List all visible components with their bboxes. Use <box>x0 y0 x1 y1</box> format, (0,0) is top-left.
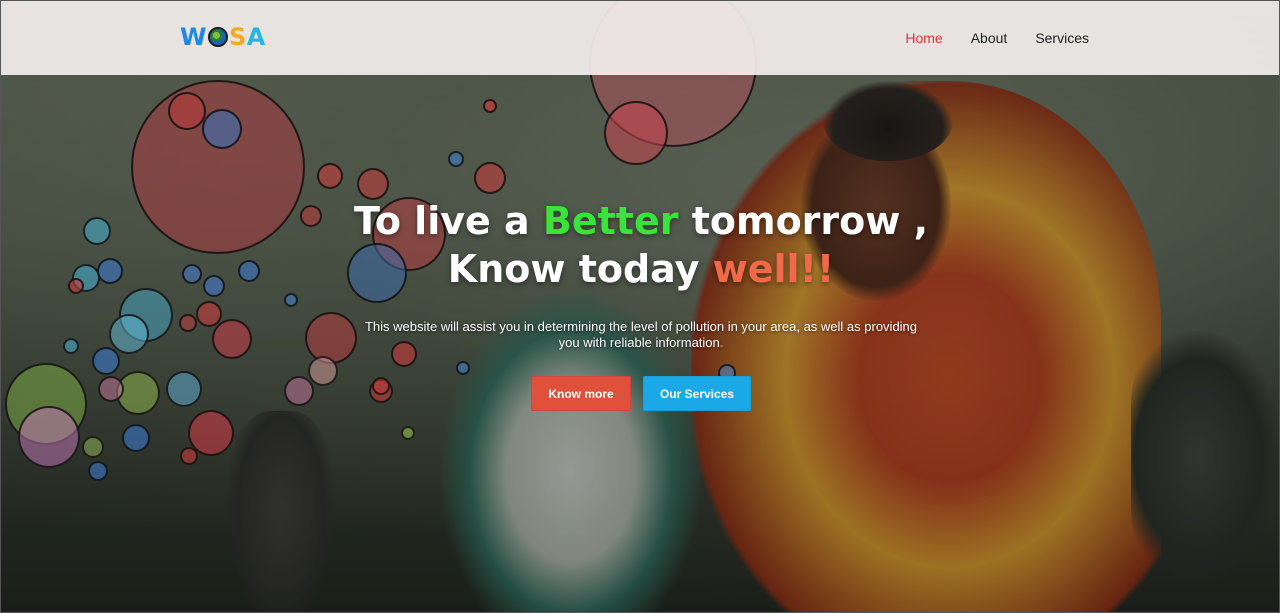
nav-menu: Home About Services <box>905 30 1089 46</box>
pollution-bubble <box>317 163 343 189</box>
headline-highlight-well: well!! <box>712 247 835 291</box>
globe-icon <box>207 27 228 47</box>
headline-highlight-better: Better <box>542 199 679 243</box>
our-services-button[interactable]: Our Services <box>643 376 751 411</box>
pollution-bubble <box>604 101 668 165</box>
headline-text: To live a <box>353 199 543 243</box>
background-woman-hair <box>823 81 953 161</box>
hero-buttons: Know more Our Services <box>1 376 1279 411</box>
nav-link-about[interactable]: About <box>971 30 1008 46</box>
logo-letter-s: S <box>228 23 247 51</box>
pollution-bubble <box>448 151 464 167</box>
pollution-bubble <box>168 92 206 130</box>
pollution-bubble <box>357 168 389 200</box>
pollution-bubble <box>202 109 242 149</box>
pollution-bubble <box>180 447 198 465</box>
pollution-bubble <box>474 162 506 194</box>
nav-link-home[interactable]: Home <box>905 30 942 46</box>
navbar: W S A Home About Services <box>1 1 1279 75</box>
pollution-bubble <box>18 406 80 468</box>
headline-line2: Know today well!! <box>448 247 834 291</box>
pollution-bubble <box>483 99 497 113</box>
pollution-bubble <box>88 461 108 481</box>
headline-text: Know today <box>447 247 713 291</box>
site-logo[interactable]: W S A <box>180 23 266 51</box>
hero-description: This website will assist you in determin… <box>364 319 918 350</box>
headline-text: tomorrow , <box>678 199 929 243</box>
pollution-bubble <box>82 436 104 458</box>
logo-letter-a: A <box>246 23 266 51</box>
know-more-button[interactable]: Know more <box>531 376 631 411</box>
background-man-figure <box>226 411 336 612</box>
pollution-bubble <box>401 426 415 440</box>
pollution-bubble <box>122 424 150 452</box>
logo-letter-w: W <box>180 23 207 51</box>
hero-section: To live a Better tomorrow , Know today w… <box>1 197 1279 411</box>
hero-headline: To live a Better tomorrow , Know today w… <box>1 197 1279 293</box>
hero-page: W S A Home About Services To live a Bett… <box>0 0 1280 613</box>
nav-link-services[interactable]: Services <box>1035 30 1089 46</box>
headline-line1: To live a Better tomorrow , <box>354 199 928 243</box>
